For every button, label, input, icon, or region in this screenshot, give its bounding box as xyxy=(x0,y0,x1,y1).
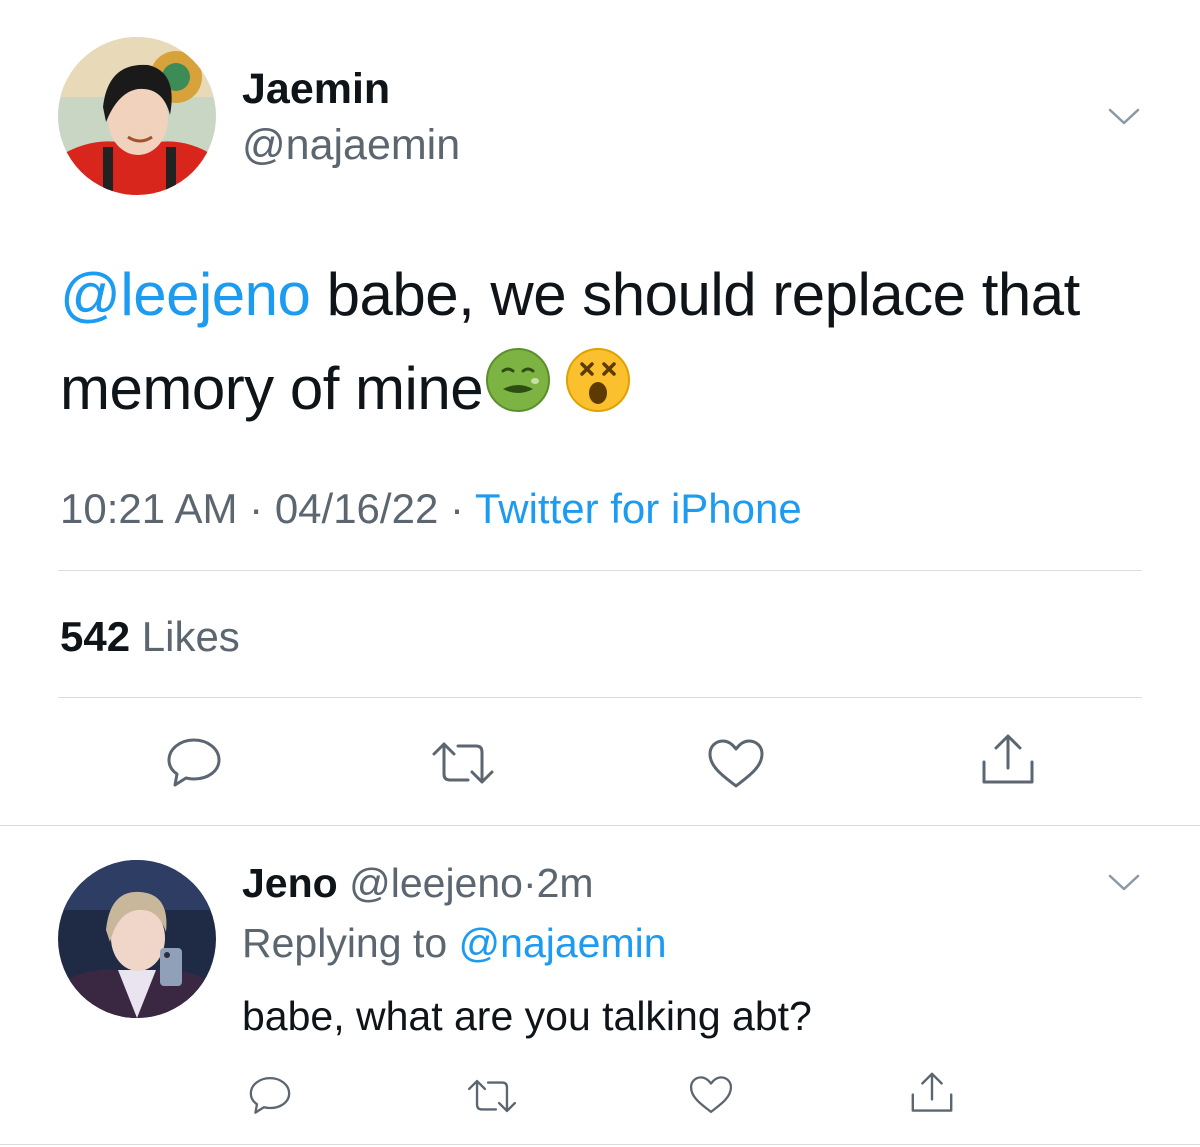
reply-display-name[interactable]: Jeno xyxy=(242,860,338,906)
reply-icon[interactable] xyxy=(247,1074,293,1116)
reply-header: Jeno @leejeno·2m xyxy=(242,858,594,908)
divider xyxy=(58,570,1142,571)
heart-icon[interactable] xyxy=(706,738,766,790)
display-name[interactable]: Jaemin xyxy=(242,64,390,114)
dizzy-face-icon xyxy=(565,346,631,440)
divider xyxy=(0,825,1200,826)
reply-age[interactable]: 2m xyxy=(537,860,594,906)
user-handle[interactable]: @najaemin xyxy=(242,120,460,170)
chevron-down-icon[interactable] xyxy=(1106,870,1142,894)
chevron-down-icon[interactable] xyxy=(1106,104,1142,128)
nauseated-face-icon xyxy=(485,346,551,440)
tweet-text: @leejeno babe, we should replace that me… xyxy=(60,248,1170,440)
likes-label: Likes xyxy=(141,613,240,660)
replying-label: Replying to xyxy=(242,920,448,966)
tweet-meta: 10:21 AM · 04/16/22 · Twitter for iPhone xyxy=(60,484,802,534)
divider xyxy=(0,1144,1200,1145)
reply-icon[interactable] xyxy=(164,736,224,788)
mention-link[interactable]: @leejeno xyxy=(60,261,311,328)
retweet-icon[interactable] xyxy=(430,740,496,786)
meta-separator: · xyxy=(449,485,464,532)
reply-handle[interactable]: @leejeno xyxy=(349,860,523,906)
share-icon[interactable] xyxy=(978,732,1038,788)
tweet-text-line1: @leejeno babe, we should replace that xyxy=(60,248,1170,342)
tweet-date[interactable]: 04/16/22 xyxy=(275,485,439,532)
tweet-text-part: memory of mine xyxy=(60,355,484,422)
divider xyxy=(58,697,1142,698)
meta-separator: · xyxy=(249,485,264,532)
reply-text: babe, what are you talking abt? xyxy=(242,993,812,1039)
meta-separator: · xyxy=(522,860,537,906)
tweet-text-part: babe, we should replace that xyxy=(310,261,1081,328)
retweet-icon[interactable] xyxy=(466,1077,518,1115)
likes-stat[interactable]: 542 Likes xyxy=(60,612,240,662)
share-icon[interactable] xyxy=(908,1070,956,1116)
replying-to: Replying to @najaemin xyxy=(242,918,667,968)
tweet-time[interactable]: 10:21 AM xyxy=(60,485,237,532)
tweet-text-line2: memory of mine xyxy=(60,342,1170,440)
avatar-jaemin[interactable] xyxy=(58,37,216,195)
heart-icon[interactable] xyxy=(688,1075,734,1115)
replying-handle-link[interactable]: @najaemin xyxy=(459,920,667,966)
avatar-jeno[interactable] xyxy=(58,860,216,1018)
tweet-source-link[interactable]: Twitter for iPhone xyxy=(475,485,802,532)
likes-count: 542 xyxy=(60,613,131,660)
